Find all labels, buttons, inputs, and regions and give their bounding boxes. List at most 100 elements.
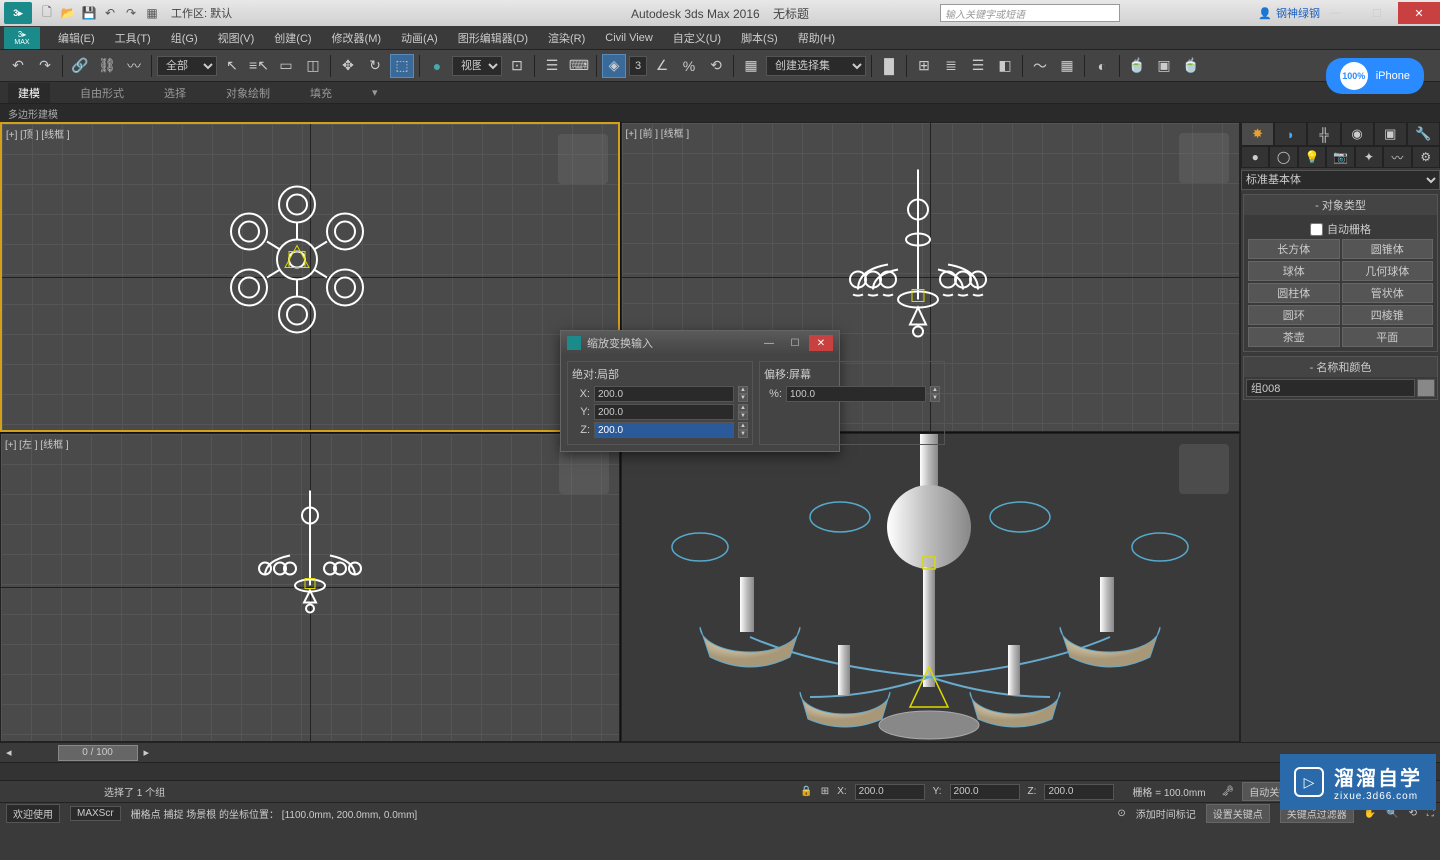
select-region-button[interactable]: ▭: [274, 54, 298, 78]
menu-create[interactable]: 创建(C): [264, 30, 321, 46]
abs-z-input[interactable]: [594, 422, 734, 438]
refcoord-dropdown[interactable]: 视图: [452, 56, 502, 76]
menu-render[interactable]: 渲染(R): [538, 30, 595, 46]
menu-group[interactable]: 组(G): [161, 30, 208, 46]
layer-explorer-button[interactable]: ☰: [966, 54, 990, 78]
viewport-left[interactable]: [+] [左 ] [线框 ]: [0, 433, 620, 743]
mirror-button[interactable]: ▐▌: [877, 54, 901, 78]
coord-mode-icon[interactable]: ⊞: [821, 786, 829, 797]
viewcube-icon[interactable]: [1179, 133, 1229, 183]
dialog-close-button[interactable]: ✕: [809, 335, 833, 351]
shapes-subtab-icon[interactable]: ◯: [1269, 146, 1297, 168]
ribbon-tab-modeling[interactable]: 建模: [8, 83, 50, 103]
menu-tools[interactable]: 工具(T): [105, 30, 161, 46]
qat-project-icon[interactable]: ▦: [143, 4, 161, 22]
snap-value-input[interactable]: [629, 56, 647, 76]
close-button[interactable]: ✕: [1398, 2, 1440, 24]
scale-button[interactable]: ⬚: [390, 54, 414, 78]
menu-script[interactable]: 脚本(S): [731, 30, 788, 46]
offset-pct-input[interactable]: [786, 386, 926, 402]
display-tab-icon[interactable]: ▣: [1374, 122, 1407, 146]
key-icon[interactable]: 🗝: [1222, 786, 1235, 797]
menu-customize[interactable]: 自定义(U): [663, 30, 731, 46]
qat-undo-icon[interactable]: ↶: [101, 4, 119, 22]
spinner-snap-button[interactable]: ⟲: [704, 54, 728, 78]
box-button[interactable]: 长方体: [1248, 239, 1340, 259]
isolate-icon[interactable]: ⊙: [1117, 808, 1125, 819]
cylinder-button[interactable]: 圆柱体: [1248, 283, 1340, 303]
viewport-front-label[interactable]: [+] [前 ] [线框 ]: [626, 125, 690, 140]
dialog-maximize-button[interactable]: ☐: [783, 335, 807, 351]
material-button[interactable]: ◐: [1090, 54, 1114, 78]
percent-snap-button[interactable]: %: [677, 54, 701, 78]
spinner-down-icon[interactable]: ▼: [738, 412, 748, 420]
ribbon-tab-freeform[interactable]: 自由形式: [70, 83, 134, 103]
angle-snap-button[interactable]: ∠: [650, 54, 674, 78]
spinner-up-icon[interactable]: ▲: [738, 386, 748, 394]
render-button[interactable]: 🍵: [1179, 54, 1203, 78]
time-next-icon[interactable]: ▸: [138, 746, 156, 759]
dialog-titlebar[interactable]: 缩放变换输入 — ☐ ✕: [561, 331, 839, 355]
viewport-top[interactable]: [+] [顶 ] [线框 ]: [0, 122, 620, 432]
qat-new-icon[interactable]: 🗋: [38, 4, 56, 22]
menu-animation[interactable]: 动画(A): [391, 30, 448, 46]
status-x-input[interactable]: [855, 784, 925, 800]
spinner-down-icon[interactable]: ▼: [738, 394, 748, 402]
toggle-button[interactable]: ◧: [993, 54, 1017, 78]
viewport-perspective[interactable]: [+][透视 ] [真实 ]: [621, 433, 1241, 743]
ribbon-tab-selection[interactable]: 选择: [154, 83, 196, 103]
workspace-label[interactable]: 工作区: 默认: [171, 5, 232, 21]
modify-tab-icon[interactable]: ◗: [1274, 122, 1307, 146]
window-crossing-button[interactable]: ◫: [301, 54, 325, 78]
autogrid-checkbox[interactable]: 自动栅格: [1248, 219, 1433, 239]
time-slider[interactable]: ◂ 0 / 100 ▸: [0, 742, 1440, 762]
named-selection-dropdown[interactable]: 创建选择集: [766, 56, 866, 76]
spacewarps-subtab-icon[interactable]: 〰: [1383, 146, 1411, 168]
move-button[interactable]: ✥: [336, 54, 360, 78]
select-name-button[interactable]: ≡↖: [247, 54, 271, 78]
ribbon-tab-objectpaint[interactable]: 对象绘制: [216, 83, 280, 103]
setkey-button[interactable]: 设置关键点: [1206, 804, 1270, 823]
create-tab-icon[interactable]: ✸: [1241, 122, 1274, 146]
geometry-subtab-icon[interactable]: ●: [1241, 146, 1269, 168]
abs-y-input[interactable]: [594, 404, 734, 420]
qat-open-icon[interactable]: 📂: [59, 4, 77, 22]
menu-civil[interactable]: Civil View: [595, 32, 662, 44]
time-prev-icon[interactable]: ◂: [0, 746, 18, 759]
menu-graph[interactable]: 图形编辑器(D): [448, 30, 538, 46]
refcoord-icon[interactable]: ●: [425, 54, 449, 78]
pyramid-button[interactable]: 四棱锥: [1342, 305, 1434, 325]
motion-tab-icon[interactable]: ◉: [1341, 122, 1374, 146]
menu-edit[interactable]: 编辑(E): [48, 30, 105, 46]
viewcube-icon[interactable]: [558, 134, 608, 184]
ribbon-expand-icon[interactable]: ▾: [362, 84, 388, 101]
render-setup-button[interactable]: 🍵: [1125, 54, 1149, 78]
spinner-up-icon[interactable]: ▲: [738, 404, 748, 412]
spinner-up-icon[interactable]: ▲: [930, 386, 940, 394]
status-y-input[interactable]: [950, 784, 1020, 800]
spinner-down-icon[interactable]: ▼: [738, 430, 748, 438]
cone-button[interactable]: 圆锥体: [1342, 239, 1434, 259]
sphere-button[interactable]: 球体: [1248, 261, 1340, 281]
maxscript-label[interactable]: MAXScr: [70, 806, 121, 821]
spinner-down-icon[interactable]: ▼: [930, 394, 940, 402]
align-button[interactable]: ⊞: [912, 54, 936, 78]
spinner-up-icon[interactable]: ▲: [738, 422, 748, 430]
unlink-button[interactable]: ⛓: [95, 54, 119, 78]
color-swatch[interactable]: [1417, 379, 1435, 397]
name-color-rollout-header[interactable]: - 名称和颜色: [1244, 357, 1437, 377]
redo-button[interactable]: ↷: [33, 54, 57, 78]
ribbon-tab-populate[interactable]: 填充: [300, 83, 342, 103]
plane-button[interactable]: 平面: [1342, 327, 1434, 347]
torus-button[interactable]: 圆环: [1248, 305, 1340, 325]
rotate-button[interactable]: ↻: [363, 54, 387, 78]
snap-toggle-button[interactable]: ◈: [602, 54, 626, 78]
maximize-button[interactable]: ☐: [1356, 2, 1398, 24]
search-input[interactable]: 输入关键字或短语: [940, 4, 1120, 22]
geometry-category-dropdown[interactable]: 标准基本体: [1241, 170, 1440, 190]
lights-subtab-icon[interactable]: 💡: [1298, 146, 1326, 168]
add-time-tag[interactable]: 添加时间标记: [1136, 806, 1196, 821]
utilities-tab-icon[interactable]: 🔧: [1407, 122, 1440, 146]
user-account[interactable]: 👤 钢神绿钢: [1258, 5, 1320, 21]
render-frame-button[interactable]: ▣: [1152, 54, 1176, 78]
